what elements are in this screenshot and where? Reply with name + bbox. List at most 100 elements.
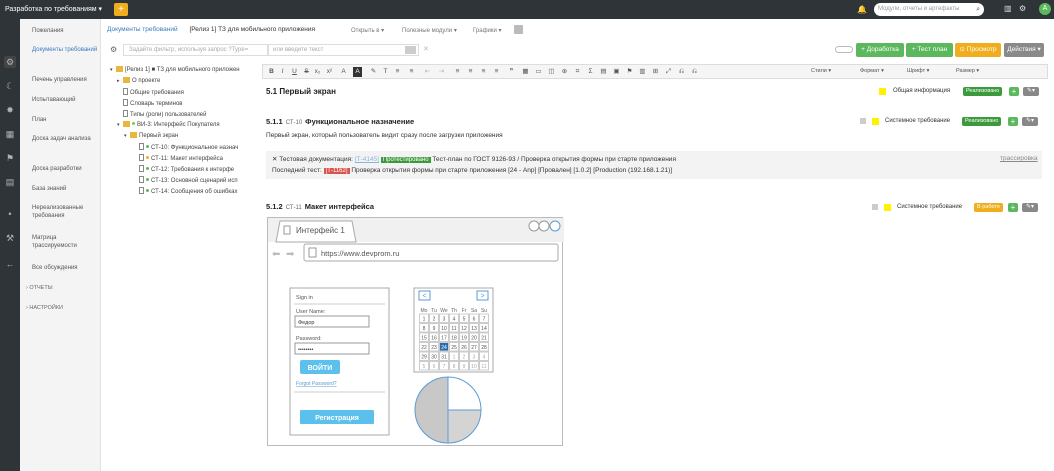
edit-icon[interactable]: ✎▾: [1022, 203, 1038, 212]
frame-button[interactable]: ▭: [534, 67, 543, 77]
sidebar-section-reports[interactable]: › ОТЧЕТЫ: [26, 284, 92, 292]
bug-icon[interactable]: ✸: [4, 104, 16, 116]
tree-node-st12[interactable]: СТ-12: Требования к интерфе: [139, 165, 234, 173]
add-icon[interactable]: +: [1008, 117, 1018, 126]
bullet-list-button[interactable]: ≡: [407, 67, 416, 77]
sidebar-item-trace-matrix[interactable]: Матрица трассируемости: [32, 234, 98, 250]
sidebar-item-testing[interactable]: Испытавающий: [32, 96, 98, 104]
sidebar-item-analysis-board[interactable]: Доска задач анализа: [32, 135, 98, 143]
add-icon[interactable]: +: [1008, 203, 1018, 212]
align-right-button[interactable]: ≡: [479, 67, 488, 77]
add-icon[interactable]: +: [114, 3, 128, 16]
open-in-dropdown[interactable]: Открыть в ▾: [351, 27, 384, 34]
sidebar-item-management[interactable]: Печень управления: [32, 76, 98, 84]
mode-toggle[interactable]: [835, 46, 853, 53]
redo-button[interactable]: ⎌: [690, 67, 699, 77]
formula-button[interactable]: Σ: [586, 67, 595, 77]
size-dropdown[interactable]: Размер ▾: [956, 68, 979, 74]
grid-button[interactable]: ⊞: [651, 67, 660, 77]
search-icon[interactable]: ⌕: [976, 3, 980, 16]
reports-icon[interactable]: ▥: [1004, 4, 1012, 13]
useful-modules-dropdown[interactable]: Полезные модули ▾: [402, 27, 457, 34]
fullscreen-button[interactable]: ⤢: [664, 67, 673, 77]
gear-icon[interactable]: ⚙: [110, 45, 117, 54]
charts-dropdown[interactable]: Графики ▾: [473, 27, 502, 34]
comment-icon[interactable]: [872, 204, 878, 210]
bold-button[interactable]: B: [267, 67, 276, 77]
comment-icon[interactable]: [860, 118, 866, 124]
insert-table-button[interactable]: ▥: [638, 67, 647, 77]
edit-icon[interactable]: ✎▾: [1022, 117, 1038, 126]
moon-icon[interactable]: ☾: [4, 80, 16, 92]
outdent-button[interactable]: ⇤: [423, 67, 432, 77]
settings-icon[interactable]: ⚙: [1019, 4, 1026, 13]
align-left-button[interactable]: ≡: [453, 67, 462, 77]
collapse-arrow-icon[interactable]: ←: [4, 258, 16, 270]
gear-icon[interactable]: ⚙: [4, 56, 16, 68]
italic-button[interactable]: I: [278, 67, 287, 77]
numbered-list-button[interactable]: ≡: [393, 67, 402, 77]
tree-node-root[interactable]: ▾ [Релиз 1] ■ ТЗ для мобильного приложен: [110, 66, 240, 74]
subscript-button[interactable]: x₂: [313, 67, 322, 77]
bg-color-button[interactable]: A: [353, 67, 362, 77]
anchor-button[interactable]: ⌗: [573, 67, 582, 77]
filter-query-input[interactable]: Задайте фильтр, используя запрос ?Type=: [123, 44, 268, 56]
image-button[interactable]: ◫: [547, 67, 556, 77]
bell-icon[interactable]: 🔔: [857, 5, 867, 14]
tree-node-glossary[interactable]: Словарь терминов: [123, 99, 183, 107]
table-button[interactable]: ▦: [521, 67, 530, 77]
clear-icon[interactable]: ✕: [423, 45, 429, 53]
add-refinement-button[interactable]: + Доработка: [856, 43, 904, 57]
failed-test-badge[interactable]: [Т-1162]: [323, 168, 350, 174]
tree-node-first-screen[interactable]: ▾ Первый экран: [124, 132, 178, 140]
document-icon[interactable]: ▤: [4, 176, 16, 188]
tree-node-st11[interactable]: СТ-11: Макет интерфейса: [139, 154, 223, 162]
avatar[interactable]: А: [1039, 3, 1051, 15]
breadcrumb-root-link[interactable]: Документы требований: [107, 26, 178, 33]
add-icon[interactable]: +: [1009, 87, 1019, 96]
underline-button[interactable]: U: [290, 67, 299, 77]
tree-node-buyer-interface[interactable]: ▾ ВИ-3: Интерфейс Покупателя: [117, 121, 220, 129]
quote-button[interactable]: ❞: [507, 67, 516, 77]
edit-icon[interactable]: ✎▾: [1023, 87, 1039, 96]
filter-text-input[interactable]: или введите текст: [268, 44, 419, 56]
block-button[interactable]: ▣: [612, 67, 621, 77]
tree-node-user-roles[interactable]: Типы (роли) пользователей: [123, 110, 206, 118]
sidebar-item-wishes[interactable]: Пожелания: [32, 27, 98, 35]
font-dropdown[interactable]: Шрифт ▾: [907, 68, 929, 74]
tree-node-st13[interactable]: СТ-13: Основной сценарий исп: [139, 176, 238, 184]
actions-dropdown-button[interactable]: Действия ▾: [1004, 43, 1044, 57]
export-icon[interactable]: [514, 25, 523, 34]
indent-button[interactable]: ⇥: [437, 67, 446, 77]
board-icon[interactable]: ▦: [4, 128, 16, 140]
review-button[interactable]: ⊙ Просмотр: [955, 43, 1001, 57]
filter-apply-button[interactable]: [405, 46, 416, 54]
sidebar-item-dev-board[interactable]: Доска разработки: [32, 165, 98, 173]
dot-icon[interactable]: •: [4, 208, 16, 220]
sidebar-item-plan[interactable]: План: [32, 116, 98, 124]
tree-node-st10[interactable]: СТ-10: Функциональное назнач: [139, 143, 238, 151]
superscript-button[interactable]: x²: [325, 67, 334, 77]
sidebar-item-knowledge-base[interactable]: База знаний: [32, 185, 98, 193]
sidebar-item-unrealized[interactable]: Нереализованные требования: [32, 204, 98, 220]
test-doc-link[interactable]: [Т-4145]: [355, 156, 379, 163]
format-dropdown[interactable]: Формат ▾: [860, 68, 884, 74]
link-button[interactable]: ⊕: [560, 67, 569, 77]
clear-format-button[interactable]: T: [381, 67, 390, 77]
tree-node-about[interactable]: ▸ О проекте: [117, 77, 160, 85]
tree-node-general[interactable]: Общие требования: [123, 88, 184, 96]
sidebar-section-settings[interactable]: › НАСТРОЙКИ: [26, 304, 92, 312]
tree-node-st14[interactable]: СТ-14: Сообщения об ошибках: [139, 187, 238, 195]
text-color-button[interactable]: A: [339, 67, 348, 77]
sidebar-item-requirement-docs[interactable]: Документы требований: [32, 46, 98, 54]
flag-icon[interactable]: ⚑: [625, 67, 634, 77]
wrench-icon[interactable]: ⚒: [4, 232, 16, 244]
global-search-input[interactable]: Модули, отчеты и артефакты ⌕: [874, 3, 984, 16]
align-center-button[interactable]: ≡: [466, 67, 475, 77]
trace-link[interactable]: трассировка: [1000, 155, 1038, 162]
flag-icon[interactable]: ⚑: [4, 152, 16, 164]
strike-button[interactable]: S: [302, 67, 311, 77]
undo-button[interactable]: ⎌: [677, 67, 686, 77]
styles-dropdown[interactable]: Стили ▾: [811, 68, 831, 74]
add-testplan-button[interactable]: + Тест план: [906, 43, 953, 57]
